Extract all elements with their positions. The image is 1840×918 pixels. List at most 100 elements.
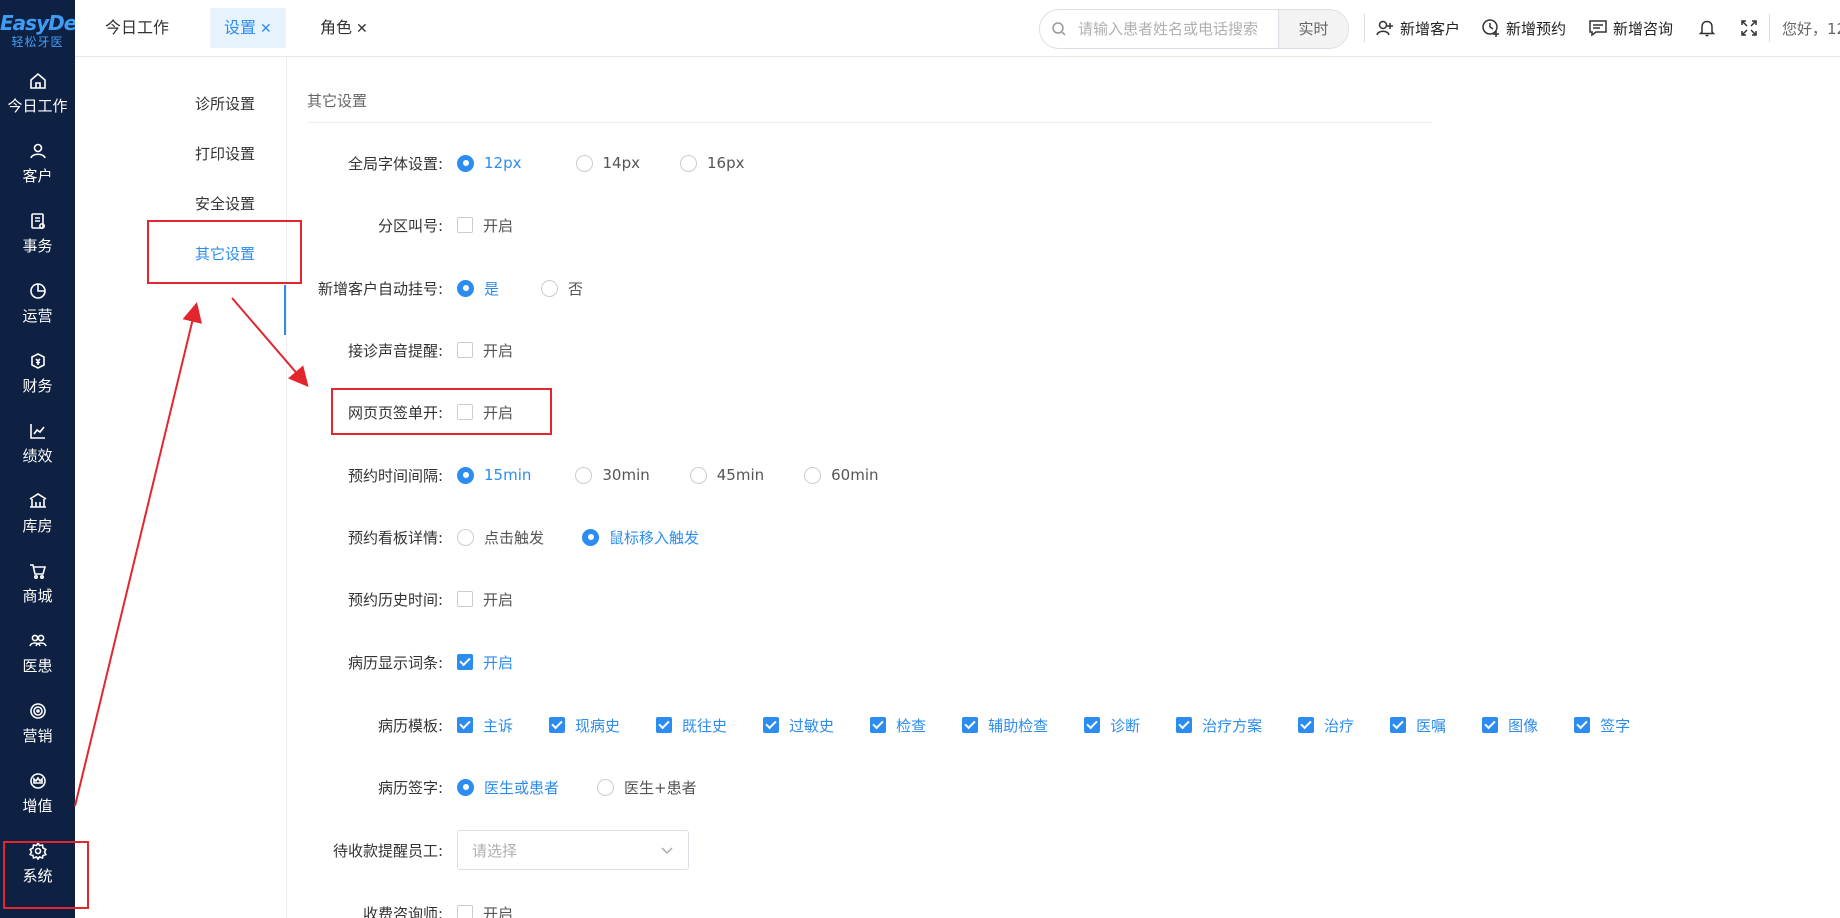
option-label: 医生或患者: [484, 778, 560, 797]
main-sidebar: EasyDent 轻松牙医 今日工作 客户 事务 运营 财务 绩效 库房 商城 …: [0, 0, 99, 918]
template-item-checkbox[interactable]: 医嘱: [1390, 715, 1446, 736]
fullscreen-button[interactable]: [1739, 16, 1764, 40]
radio-dot: [457, 154, 474, 172]
setting-zone-call: 分区叫号: 开启: [300, 210, 513, 240]
sign-either-radio[interactable]: 医生或患者: [457, 777, 559, 798]
template-item-checkbox[interactable]: 图像: [1482, 715, 1538, 736]
sidebar-item-label: 库房: [22, 517, 53, 535]
font-12px-radio[interactable]: 12px: [457, 154, 522, 172]
search-mode-button[interactable]: 实时: [1278, 10, 1348, 48]
setting-last-row: 收费咨询师: 开启: [300, 898, 513, 918]
option-label: 点击触发: [484, 528, 545, 547]
add-consult-button[interactable]: 新增咨询: [1588, 16, 1673, 40]
checkbox-box: [1390, 717, 1407, 733]
option-label: 检查: [896, 716, 927, 735]
board-hover-radio[interactable]: 鼠标移入触发: [582, 527, 699, 548]
tab-single-checkbox[interactable]: 开启: [457, 402, 513, 423]
font-14px-radio[interactable]: 14px: [575, 154, 641, 172]
template-item-checkbox[interactable]: 治疗方案: [1176, 715, 1262, 736]
user-greeting[interactable]: 您好，12: [1782, 18, 1840, 39]
payment-staff-select[interactable]: 请选择: [457, 830, 689, 870]
setting-board-detail: 预约看板详情: 点击触发 鼠标移入触发: [300, 522, 699, 552]
radio-dot: [575, 154, 593, 172]
sidebar-item-finance[interactable]: 财务: [0, 338, 75, 408]
sidebar-item-label: 营销: [22, 727, 53, 745]
sidebar-item-operation[interactable]: 运营: [0, 268, 75, 338]
add-clock-icon: [1482, 19, 1499, 37]
sidebar-item-value-added[interactable]: 增值: [0, 758, 75, 828]
record-words-checkbox[interactable]: 开启: [457, 652, 513, 673]
template-item-checkbox[interactable]: 诊断: [1084, 715, 1140, 736]
template-item-checkbox[interactable]: 主诉: [457, 715, 513, 736]
radio-dot: [689, 466, 707, 484]
option-label: 14px: [602, 154, 641, 172]
settings-nav: 诊所设置 打印设置 安全设置 其它设置: [75, 57, 287, 918]
checkbox-box: [457, 654, 473, 670]
option-label: 是: [484, 279, 500, 298]
interval-15min-radio[interactable]: 15min: [457, 466, 531, 484]
sidebar-item-today[interactable]: 今日工作: [0, 58, 75, 128]
sidebar-item-label: 商城: [22, 587, 53, 605]
sidebar-item-warehouse[interactable]: 库房: [0, 478, 75, 548]
zone-call-checkbox[interactable]: 开启: [457, 215, 513, 236]
search-input[interactable]: [1078, 10, 1278, 48]
tab-today[interactable]: 今日工作: [91, 8, 183, 48]
radio-dot: [680, 154, 697, 172]
add-appointment-button[interactable]: 新增预约: [1481, 16, 1566, 40]
checkbox-box: [962, 717, 979, 733]
settings-nav-clinic[interactable]: 诊所设置: [195, 93, 255, 114]
sidebar-item-patient[interactable]: 医患: [0, 618, 75, 688]
interval-30min-radio[interactable]: 30min: [575, 466, 650, 484]
interval-60min-radio[interactable]: 60min: [804, 466, 879, 484]
option-label: 主诉: [483, 716, 514, 735]
option-label: 开启: [483, 904, 514, 918]
sidebar-item-mall[interactable]: 商城: [0, 548, 75, 618]
add-customer-button[interactable]: 新增客户: [1375, 16, 1460, 40]
interval-45min-radio[interactable]: 45min: [689, 466, 764, 484]
tab-role[interactable]: 角色 ✕: [306, 8, 382, 48]
checkbox-box: [457, 717, 473, 733]
option-label: 12px: [484, 154, 522, 172]
sidebar-item-customer[interactable]: 客户: [0, 128, 75, 198]
board-click-radio[interactable]: 点击触发: [457, 527, 544, 548]
tab-settings[interactable]: 设置 ✕: [210, 8, 286, 48]
settings-nav-print[interactable]: 打印设置: [195, 143, 255, 164]
close-icon[interactable]: ✕: [260, 21, 272, 37]
brand-name: EasyDent: [0, 11, 99, 35]
settings-nav-other[interactable]: 其它设置: [195, 243, 255, 264]
sidebar-item-marketing[interactable]: 营销: [0, 688, 75, 758]
template-item-checkbox[interactable]: 治疗: [1298, 715, 1354, 736]
option-label: 治疗方案: [1202, 716, 1263, 735]
sidebar-item-system[interactable]: 系统: [0, 828, 75, 898]
template-item-checkbox[interactable]: 既往史: [656, 715, 727, 736]
bell-icon: [1698, 20, 1716, 37]
appt-history-checkbox[interactable]: 开启: [457, 589, 513, 610]
auto-register-no-radio[interactable]: 否: [541, 278, 583, 299]
warehouse-icon: [27, 490, 49, 512]
crown-icon: [27, 770, 49, 792]
checkbox-box: [1574, 717, 1591, 733]
settings-nav-security[interactable]: 安全设置: [195, 193, 255, 214]
close-icon[interactable]: ✕: [356, 21, 368, 37]
divider: [1364, 14, 1365, 42]
auto-register-yes-radio[interactable]: 是: [457, 278, 499, 299]
option-label: 开启: [483, 216, 514, 235]
font-16px-radio[interactable]: 16px: [680, 154, 745, 172]
template-item-checkbox[interactable]: 签字: [1574, 715, 1630, 736]
radio-dot: [457, 466, 474, 484]
chevron-down-icon: [661, 847, 673, 855]
template-item-checkbox[interactable]: 检查: [870, 715, 926, 736]
active-indicator: [284, 285, 286, 335]
sign-both-radio[interactable]: 医生+患者: [597, 777, 697, 798]
last-row-checkbox[interactable]: 开启: [457, 903, 513, 918]
notification-button[interactable]: [1697, 16, 1722, 40]
visit-sound-checkbox[interactable]: 开启: [457, 340, 513, 361]
template-item-checkbox[interactable]: 现病史: [549, 715, 620, 736]
radio-dot: [597, 778, 615, 796]
sidebar-item-performance[interactable]: 绩效: [0, 408, 75, 478]
template-item-checkbox[interactable]: 辅助检查: [962, 715, 1048, 736]
template-item-checkbox[interactable]: 过敏史: [763, 715, 834, 736]
radio-dot: [582, 528, 600, 546]
sidebar-item-task[interactable]: 事务: [0, 198, 75, 268]
checkbox-box: [457, 404, 473, 420]
